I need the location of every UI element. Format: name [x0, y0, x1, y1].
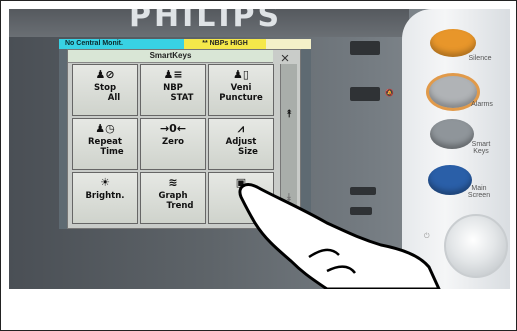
monitor-photo: PHILIPS No Central Monit. ** NBPs HIGH S…: [9, 9, 510, 289]
image-frame: PHILIPS No Central Monit. ** NBPs HIGH S…: [0, 0, 517, 331]
pointing-hand: [238, 183, 441, 289]
